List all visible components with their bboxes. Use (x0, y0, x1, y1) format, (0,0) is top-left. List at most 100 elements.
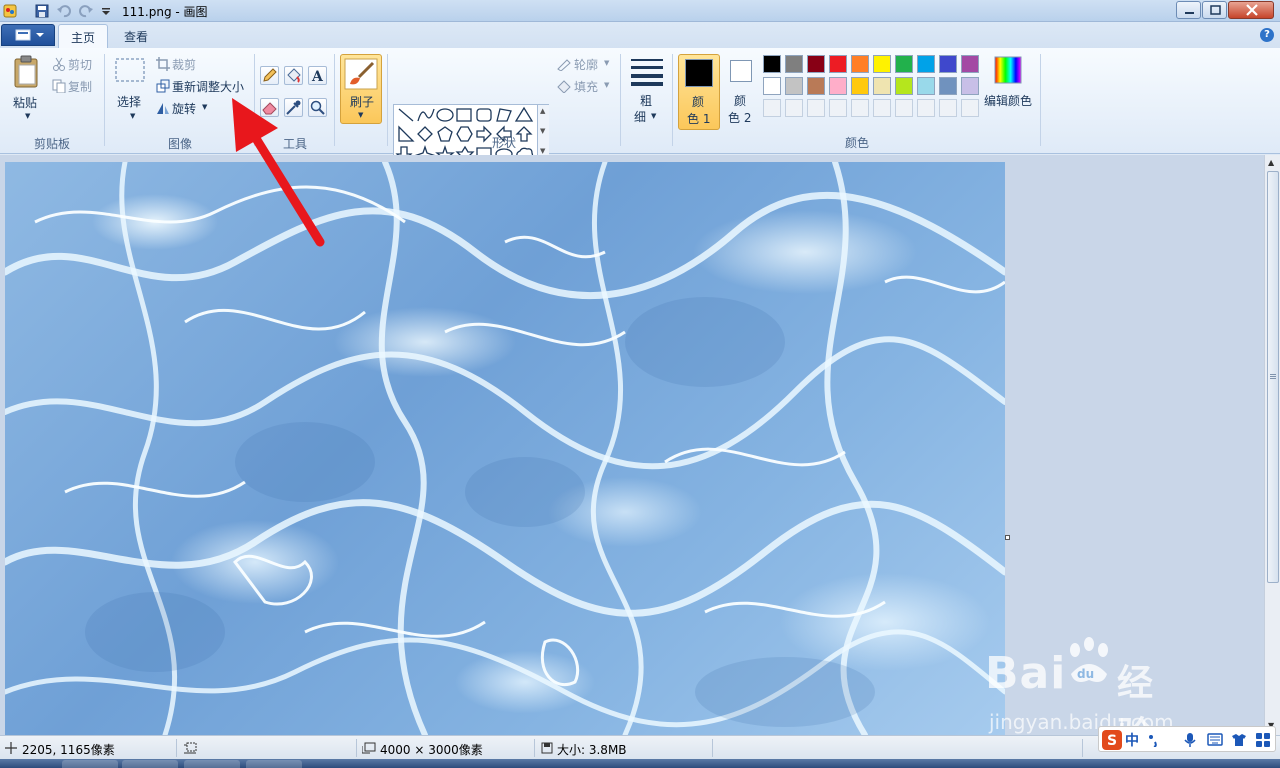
empty-custom-swatch[interactable] (895, 99, 913, 117)
canvas-resize-handle[interactable] (1005, 535, 1010, 540)
keyboard-icon[interactable] (1207, 733, 1223, 747)
scroll-up-icon[interactable]: ▲ (540, 107, 545, 115)
oval-shape-icon[interactable] (436, 108, 454, 122)
palette-swatch[interactable] (763, 55, 781, 73)
eraser-icon[interactable] (260, 98, 279, 117)
image-size-icon (362, 742, 376, 754)
taskbar-button[interactable] (246, 760, 302, 768)
empty-custom-swatch[interactable] (939, 99, 957, 117)
palette-swatch[interactable] (961, 77, 979, 95)
empty-custom-swatch[interactable] (961, 99, 979, 117)
select-icon (115, 58, 145, 82)
paint-app-icon[interactable] (2, 3, 18, 19)
scissors-icon (53, 57, 65, 71)
tab-home[interactable]: 主页 (58, 24, 109, 48)
palette-swatch[interactable] (939, 77, 957, 95)
outline-button[interactable]: 轮廓 ▼ (556, 56, 616, 74)
group-divider (620, 54, 621, 146)
pencil-icon[interactable] (260, 66, 279, 85)
palette-swatch[interactable] (785, 77, 803, 95)
palette-swatch[interactable] (807, 77, 825, 95)
empty-custom-swatch[interactable] (807, 99, 825, 117)
color2-button[interactable]: 颜 色 2 (724, 54, 760, 130)
palette-swatch[interactable] (873, 55, 891, 73)
ribbon: 粘贴 ▼ 剪切 复制 剪贴板 选择 ▼ 裁剪 重新调整大小 旋转 ▼ 图像 A … (0, 48, 1280, 165)
empty-custom-swatch[interactable] (917, 99, 935, 117)
help-icon[interactable]: ? (1260, 28, 1274, 42)
minimize-button[interactable] (1176, 1, 1201, 19)
triangle-shape-icon[interactable] (514, 106, 534, 122)
text-tool-icon[interactable]: A (308, 66, 327, 85)
toolbox-grid-icon[interactable] (1255, 732, 1271, 748)
palette-swatch[interactable] (829, 77, 847, 95)
palette-swatch[interactable] (807, 55, 825, 73)
tab-view[interactable]: 查看 (112, 24, 160, 48)
rounded-rectangle-shape-icon[interactable] (476, 108, 492, 122)
copy-button[interactable]: 复制 (52, 78, 102, 96)
fill-button[interactable]: 填充 ▼ (556, 78, 616, 96)
empty-custom-swatch[interactable] (873, 99, 891, 117)
customize-quick-access-icon[interactable] (98, 3, 114, 19)
tools-group-label: 工具 (282, 137, 307, 151)
palette-swatch[interactable] (939, 55, 957, 73)
palette-swatch[interactable] (873, 77, 891, 95)
rotate-button[interactable]: 旋转 ▼ (156, 100, 252, 118)
group-divider (1040, 54, 1041, 146)
status-divider (1082, 739, 1083, 757)
magnifier-icon[interactable] (308, 98, 327, 117)
polygon-shape-icon[interactable] (496, 108, 512, 122)
select-button[interactable]: 选择 ▼ (114, 56, 148, 122)
rectangle-shape-icon[interactable] (456, 108, 472, 122)
canvas-image[interactable] (5, 162, 1005, 735)
palette-swatch[interactable] (851, 77, 869, 95)
crop-button[interactable]: 裁剪 (156, 56, 252, 74)
microphone-icon[interactable] (1183, 732, 1197, 748)
taskbar-button[interactable] (62, 760, 118, 768)
taskbar-button[interactable] (122, 760, 178, 768)
sogou-s-icon[interactable]: S (1101, 729, 1123, 751)
maximize-button[interactable] (1202, 1, 1227, 19)
status-divider (356, 739, 357, 757)
ime-language-toggle[interactable]: 中 (1125, 730, 1139, 750)
curve-shape-icon[interactable] (417, 108, 435, 122)
undo-icon[interactable] (56, 3, 72, 19)
redo-icon[interactable] (78, 3, 94, 19)
save-icon[interactable] (34, 3, 50, 19)
scrollbar-thumb[interactable] (1267, 171, 1279, 583)
empty-custom-swatch[interactable] (851, 99, 869, 117)
paste-button[interactable]: 粘贴 ▼ (10, 54, 44, 120)
palette-swatch[interactable] (785, 55, 803, 73)
line-shape-icon[interactable] (398, 108, 414, 122)
color1-label-line1: 颜 (692, 95, 705, 109)
status-divider (176, 739, 177, 757)
empty-custom-swatch[interactable] (763, 99, 781, 117)
palette-swatch[interactable] (895, 77, 913, 95)
close-button[interactable] (1228, 1, 1274, 19)
color1-button[interactable]: 颜 色 1 (678, 54, 720, 130)
skin-shirt-icon[interactable] (1231, 733, 1247, 747)
empty-custom-swatch[interactable] (785, 99, 803, 117)
palette-swatch[interactable] (961, 55, 979, 73)
crop-icon (156, 57, 170, 71)
brushes-button[interactable]: 刷子 ▼ (340, 54, 382, 124)
palette-swatch[interactable] (895, 55, 913, 73)
vertical-scrollbar[interactable]: ▲ ▼ (1264, 155, 1280, 735)
edit-colors-button[interactable]: 编辑颜色 (984, 54, 1034, 114)
cut-button[interactable]: 剪切 (52, 56, 102, 74)
app-menu-button[interactable] (1, 24, 55, 46)
palette-swatch[interactable] (829, 55, 847, 73)
taskbar-button[interactable] (184, 760, 240, 768)
scroll-up-arrow-icon[interactable]: ▲ (1268, 158, 1274, 167)
size-button[interactable]: 粗 细 ▼ (626, 54, 668, 126)
color-picker-icon[interactable] (284, 98, 303, 117)
taskbar (0, 759, 1280, 768)
palette-swatch[interactable] (763, 77, 781, 95)
palette-swatch[interactable] (917, 55, 935, 73)
palette-swatch[interactable] (851, 55, 869, 73)
resize-button[interactable]: 重新调整大小 (156, 78, 252, 96)
status-bar: 2205, 1165像素 4000 × 3000像素 大小: 3.8MB (0, 735, 1280, 759)
empty-custom-swatch[interactable] (829, 99, 847, 117)
palette-swatch[interactable] (917, 77, 935, 95)
punctuation-mode-icon[interactable] (1147, 733, 1161, 747)
fill-bucket-icon[interactable] (284, 66, 303, 85)
